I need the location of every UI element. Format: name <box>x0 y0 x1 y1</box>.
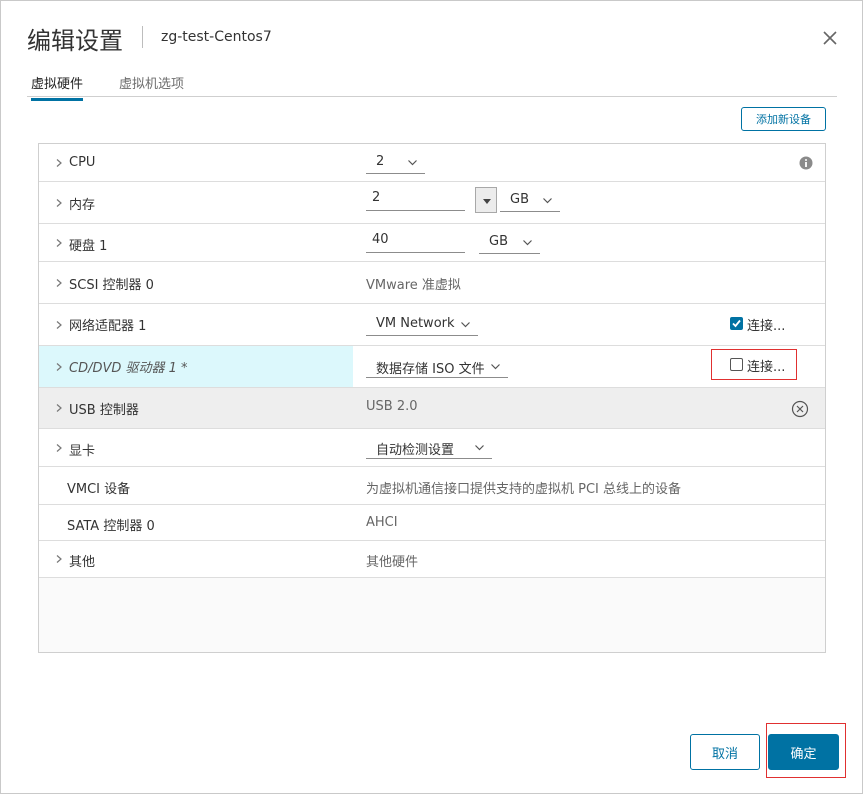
usb-value: USB 2.0 <box>366 399 418 414</box>
other-label: 其他 <box>69 555 96 570</box>
memory-unit: GB <box>510 192 529 207</box>
network-select[interactable]: VM Network <box>366 314 478 336</box>
cddvd-connect-checkbox[interactable] <box>730 358 743 371</box>
sata-value: AHCI <box>366 515 398 530</box>
cpu-select[interactable]: 2 <box>366 152 425 174</box>
row-network-adapter: 网络适配器 1 VM Network 连接... <box>39 304 825 346</box>
network-connect-checkbox[interactable] <box>730 317 743 330</box>
cddvd-label: CD/DVD 驱动器 1 * <box>69 361 188 376</box>
chevron-right-icon[interactable] <box>55 404 63 412</box>
disk-label: 硬盘 1 <box>69 239 108 254</box>
scsi-label: SCSI 控制器 0 <box>69 278 154 293</box>
cancel-button[interactable]: 取消 <box>690 734 760 770</box>
usb-label: USB 控制器 <box>69 403 139 418</box>
chevron-down-icon <box>491 364 500 370</box>
memory-input[interactable]: 2 <box>366 189 465 211</box>
row-disk: 硬盘 1 40 GB <box>39 224 825 262</box>
chevron-down-icon <box>543 198 552 204</box>
row-vmci-device: VMCI 设备 为虚拟机通信接口提供支持的虚拟机 PCI 总线上的设备 <box>39 467 825 505</box>
chevron-down-icon <box>523 240 532 246</box>
title-divider <box>142 26 143 48</box>
cddvd-value: 数据存储 ISO 文件 <box>376 362 485 377</box>
memory-unit-select[interactable]: GB <box>500 190 560 212</box>
row-usb-controller: USB 控制器 USB 2.0 <box>39 388 825 429</box>
chevron-right-icon[interactable] <box>55 239 63 247</box>
chevron-right-icon[interactable] <box>55 279 63 287</box>
chevron-right-icon[interactable] <box>55 555 63 563</box>
network-label: 网络适配器 1 <box>69 319 147 334</box>
sata-label: SATA 控制器 0 <box>67 519 155 534</box>
close-icon[interactable] <box>819 27 841 49</box>
info-icon[interactable] <box>799 156 813 170</box>
remove-device-icon[interactable] <box>791 400 809 418</box>
tab-vm-options[interactable]: 虚拟机选项 <box>119 73 184 98</box>
chevron-down-icon <box>475 445 484 451</box>
disk-size-value: 40 <box>372 232 389 247</box>
edit-settings-dialog: 编辑设置 zg-test-Centos7 虚拟硬件 虚拟机选项 添加新设备 CP… <box>0 0 863 794</box>
annotation-box <box>766 723 846 778</box>
cddvd-select[interactable]: 数据存储 ISO 文件 <box>366 356 508 378</box>
row-other: 其他 其他硬件 <box>39 541 825 578</box>
row-scsi-controller: SCSI 控制器 0 VMware 准虚拟 <box>39 262 825 304</box>
vmci-label: VMCI 设备 <box>67 482 131 497</box>
video-label: 显卡 <box>69 444 96 459</box>
memory-value: 2 <box>372 190 381 205</box>
cddvd-connect-label[interactable]: 连接... <box>747 356 785 375</box>
memory-label: 内存 <box>69 198 96 213</box>
chevron-down-icon <box>461 322 470 328</box>
add-new-device-button[interactable]: 添加新设备 <box>741 107 826 131</box>
network-connect-label[interactable]: 连接... <box>747 315 785 334</box>
cpu-label: CPU <box>69 155 96 170</box>
memory-spin-button[interactable] <box>475 187 497 213</box>
chevron-right-icon[interactable] <box>55 444 63 452</box>
vm-name: zg-test-Centos7 <box>161 29 272 45</box>
network-value: VM Network <box>376 316 455 331</box>
tab-bar: 虚拟硬件 虚拟机选项 <box>27 69 837 101</box>
chevron-right-icon[interactable] <box>55 159 63 167</box>
disk-unit-select[interactable]: GB <box>479 232 540 254</box>
chevron-right-icon[interactable] <box>55 321 63 329</box>
other-value: 其他硬件 <box>366 555 419 570</box>
row-memory: 内存 2 GB <box>39 182 825 224</box>
chevron-down-icon <box>408 160 417 166</box>
row-cpu: CPU 2 <box>39 144 825 182</box>
row-sata-controller: SATA 控制器 0 AHCI <box>39 505 825 541</box>
video-select[interactable]: 自动检测设置 <box>366 437 492 459</box>
dialog-title: 编辑设置 <box>27 27 123 55</box>
tab-virtual-hardware[interactable]: 虚拟硬件 <box>31 73 84 101</box>
disk-unit: GB <box>489 234 508 249</box>
row-cddvd-drive: CD/DVD 驱动器 1 * 数据存储 ISO 文件 连接... <box>39 346 825 388</box>
row-video-card: 显卡 自动检测设置 <box>39 429 825 467</box>
video-value: 自动检测设置 <box>376 443 455 458</box>
caret-down-icon <box>483 199 491 204</box>
checkmark-icon <box>732 319 741 328</box>
chevron-right-icon[interactable] <box>55 363 63 371</box>
disk-size-input[interactable]: 40 <box>366 231 465 253</box>
scsi-value: VMware 准虚拟 <box>366 278 461 293</box>
hardware-table: CPU 2 内存 2 GB 硬盘 1 40 GB SCSI 控制器 0 VMwa… <box>38 143 826 653</box>
cpu-value: 2 <box>376 154 385 169</box>
chevron-right-icon[interactable] <box>55 199 63 207</box>
vmci-value: 为虚拟机通信接口提供支持的虚拟机 PCI 总线上的设备 <box>366 482 682 497</box>
